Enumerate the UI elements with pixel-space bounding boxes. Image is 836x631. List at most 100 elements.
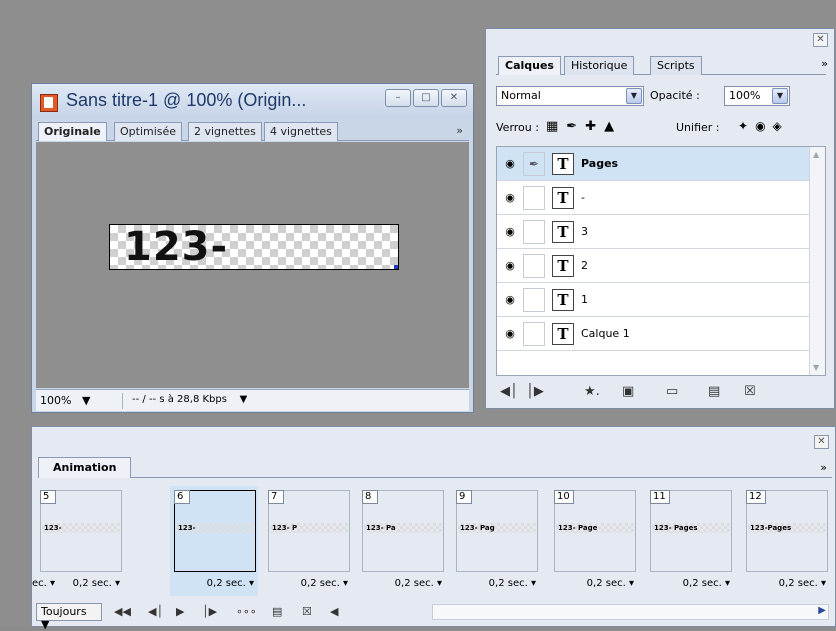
document-titlebar[interactable]: Sans titre-1 @ 100% (Origin... – □ ✕: [32, 84, 473, 118]
layer-name[interactable]: 1: [581, 293, 588, 306]
next-slice-icon[interactable]: │▶: [526, 384, 544, 399]
lock-paint-brush-icon[interactable]: ✒: [566, 119, 577, 134]
previous-slice-icon[interactable]: ◀│: [500, 384, 518, 399]
layer-style-icon[interactable]: ★.: [584, 384, 600, 399]
partial-frame-delay[interactable]: ec. ▾: [32, 578, 55, 589]
document-image[interactable]: 123-: [109, 224, 399, 270]
layer-name[interactable]: -: [581, 191, 585, 204]
frame-delay[interactable]: 0,2 sec. ▾: [170, 578, 258, 589]
tab-scripts[interactable]: Scripts: [650, 56, 702, 75]
layer-row[interactable]: ◉ T Calque 1: [497, 317, 811, 351]
frame-delay[interactable]: 0,2 sec. ▾: [742, 578, 830, 589]
layers-scrollbar[interactable]: ▲ ▼: [809, 147, 825, 375]
eye-visibility-icon[interactable]: ◉: [501, 225, 519, 239]
animation-frame[interactable]: 12 123-Pages 0,2 sec. ▾: [742, 486, 830, 596]
panel-menu-icon[interactable]: »: [820, 461, 827, 474]
partial-delay-text: ec.: [32, 578, 47, 589]
duplicate-frame-icon[interactable]: ▤: [272, 605, 282, 618]
delete-trash-icon[interactable]: ☒: [302, 605, 312, 618]
layer-row[interactable]: ◉ T -: [497, 181, 811, 215]
tab-4-vignettes[interactable]: 4 vignettes: [264, 122, 338, 141]
panel-close-icon[interactable]: ✕: [813, 33, 828, 47]
first-frame-icon[interactable]: ◀◀: [114, 605, 131, 618]
lock-transparency-icon[interactable]: ▦: [546, 119, 558, 134]
tab-historique[interactable]: Historique: [564, 56, 635, 75]
frame-delay[interactable]: 0,2 sec. ▾: [452, 578, 540, 589]
chevron-down-icon: ▼: [74, 394, 91, 407]
layer-name[interactable]: Pages: [581, 157, 618, 170]
layer-row[interactable]: ◉ T 3: [497, 215, 811, 249]
layer-name[interactable]: 2: [581, 259, 588, 272]
opacity-field[interactable]: 100% ▼: [724, 86, 790, 106]
eye-visibility-icon[interactable]: ◉: [501, 157, 519, 171]
eye-visibility-icon[interactable]: ◉: [501, 327, 519, 341]
frame-delay[interactable]: 0,2 sec. ▾: [646, 578, 734, 589]
document-status-bar: 100% ▼ -- / -- s à 28,8 Kbps ▼: [36, 389, 469, 411]
next-frame-icon[interactable]: │▶: [202, 605, 217, 618]
document-title: Sans titre-1 @ 100% (Origin...: [66, 90, 307, 110]
scroll-left-icon[interactable]: ◀: [330, 605, 338, 618]
new-layer-icon[interactable]: ▤: [708, 384, 720, 399]
tabs-more-icon[interactable]: »: [456, 124, 463, 137]
animation-frame[interactable]: 10 123- Page 0,2 sec. ▾: [550, 486, 638, 596]
zoom-select[interactable]: 100% ▼: [40, 394, 90, 407]
lock-label: Verrou :: [496, 121, 539, 134]
new-group-folder-icon[interactable]: ▭: [666, 384, 678, 399]
frame-delay[interactable]: 0,2 sec. ▾: [358, 578, 446, 589]
tab-optimisee[interactable]: Optimisée: [114, 122, 183, 141]
unify-style-icon[interactable]: ◈: [773, 119, 782, 133]
loop-select[interactable]: Toujours ▼: [36, 603, 102, 631]
layer-name[interactable]: Calque 1: [581, 327, 630, 340]
minimize-button[interactable]: –: [385, 89, 411, 107]
link-cell[interactable]: [523, 322, 545, 346]
tab-originale[interactable]: Originale: [38, 122, 107, 141]
eye-visibility-icon[interactable]: ◉: [501, 191, 519, 205]
canvas-text: 123-: [124, 224, 229, 270]
link-cell[interactable]: [523, 254, 545, 278]
frames-scrollbar[interactable]: ▶: [432, 604, 829, 620]
animation-frame[interactable]: 6 123- 0,2 sec. ▾: [170, 486, 258, 596]
tab-calques[interactable]: Calques: [498, 56, 561, 75]
loop-value: Toujours: [41, 605, 87, 618]
layer-row[interactable]: ◉ ✒ T Pages: [497, 147, 811, 181]
play-icon[interactable]: ▶: [176, 605, 184, 618]
layer-row[interactable]: ◉ T 2: [497, 249, 811, 283]
link-cell[interactable]: [523, 186, 545, 210]
blend-mode-select[interactable]: Normal ▼: [496, 86, 644, 106]
download-time-select[interactable]: -- / -- s à 28,8 Kbps ▼: [132, 394, 247, 405]
eye-visibility-icon[interactable]: ◉: [501, 293, 519, 307]
canvas-area[interactable]: 123-: [36, 142, 469, 388]
eye-visibility-icon[interactable]: ◉: [501, 259, 519, 273]
panel-menu-icon[interactable]: »: [821, 57, 828, 70]
previous-frame-icon[interactable]: ◀│: [148, 605, 163, 618]
layer-name[interactable]: 3: [581, 225, 588, 238]
frame-thumbnail: 123-: [42, 523, 120, 533]
close-button[interactable]: ✕: [441, 89, 467, 107]
tween-icon[interactable]: ∘∘∘: [236, 605, 257, 618]
add-mask-icon[interactable]: ▣: [622, 384, 634, 399]
maximize-button[interactable]: □: [413, 89, 439, 107]
frame-delay[interactable]: 0,2 sec. ▾: [264, 578, 352, 589]
delete-trash-icon[interactable]: ☒: [744, 384, 756, 399]
animation-frame[interactable]: 7 123- P 0,2 sec. ▾: [264, 486, 352, 596]
animation-frame[interactable]: 11 123- Pages 0,2 sec. ▾: [646, 486, 734, 596]
brush-edit-icon[interactable]: ✒: [523, 152, 545, 176]
scroll-up-icon[interactable]: ▲: [813, 150, 819, 159]
animation-frame[interactable]: 8 123- Pa 0,2 sec. ▾: [358, 486, 446, 596]
scroll-down-icon[interactable]: ▼: [813, 363, 819, 372]
frame-delay[interactable]: 0,2 sec. ▾: [550, 578, 638, 589]
chevron-down-icon: ▼: [772, 88, 788, 104]
tab-animation[interactable]: Animation: [38, 457, 132, 478]
lock-icons: ▦ ✒ ✚ ▲: [546, 119, 614, 134]
lock-position-move-icon[interactable]: ✚: [585, 119, 596, 134]
link-cell[interactable]: [523, 288, 545, 312]
scroll-right-icon[interactable]: ▶: [818, 605, 826, 616]
tab-2-vignettes[interactable]: 2 vignettes: [188, 122, 262, 141]
unify-position-icon[interactable]: ✦: [738, 119, 748, 133]
unify-visibility-icon[interactable]: ◉: [755, 119, 765, 133]
layer-row[interactable]: ◉ T 1: [497, 283, 811, 317]
lock-all-padlock-icon[interactable]: ▲: [604, 119, 614, 134]
animation-frame[interactable]: 9 123- Pag 0,2 sec. ▾: [452, 486, 540, 596]
panel-close-icon[interactable]: ✕: [814, 435, 829, 449]
link-cell[interactable]: [523, 220, 545, 244]
